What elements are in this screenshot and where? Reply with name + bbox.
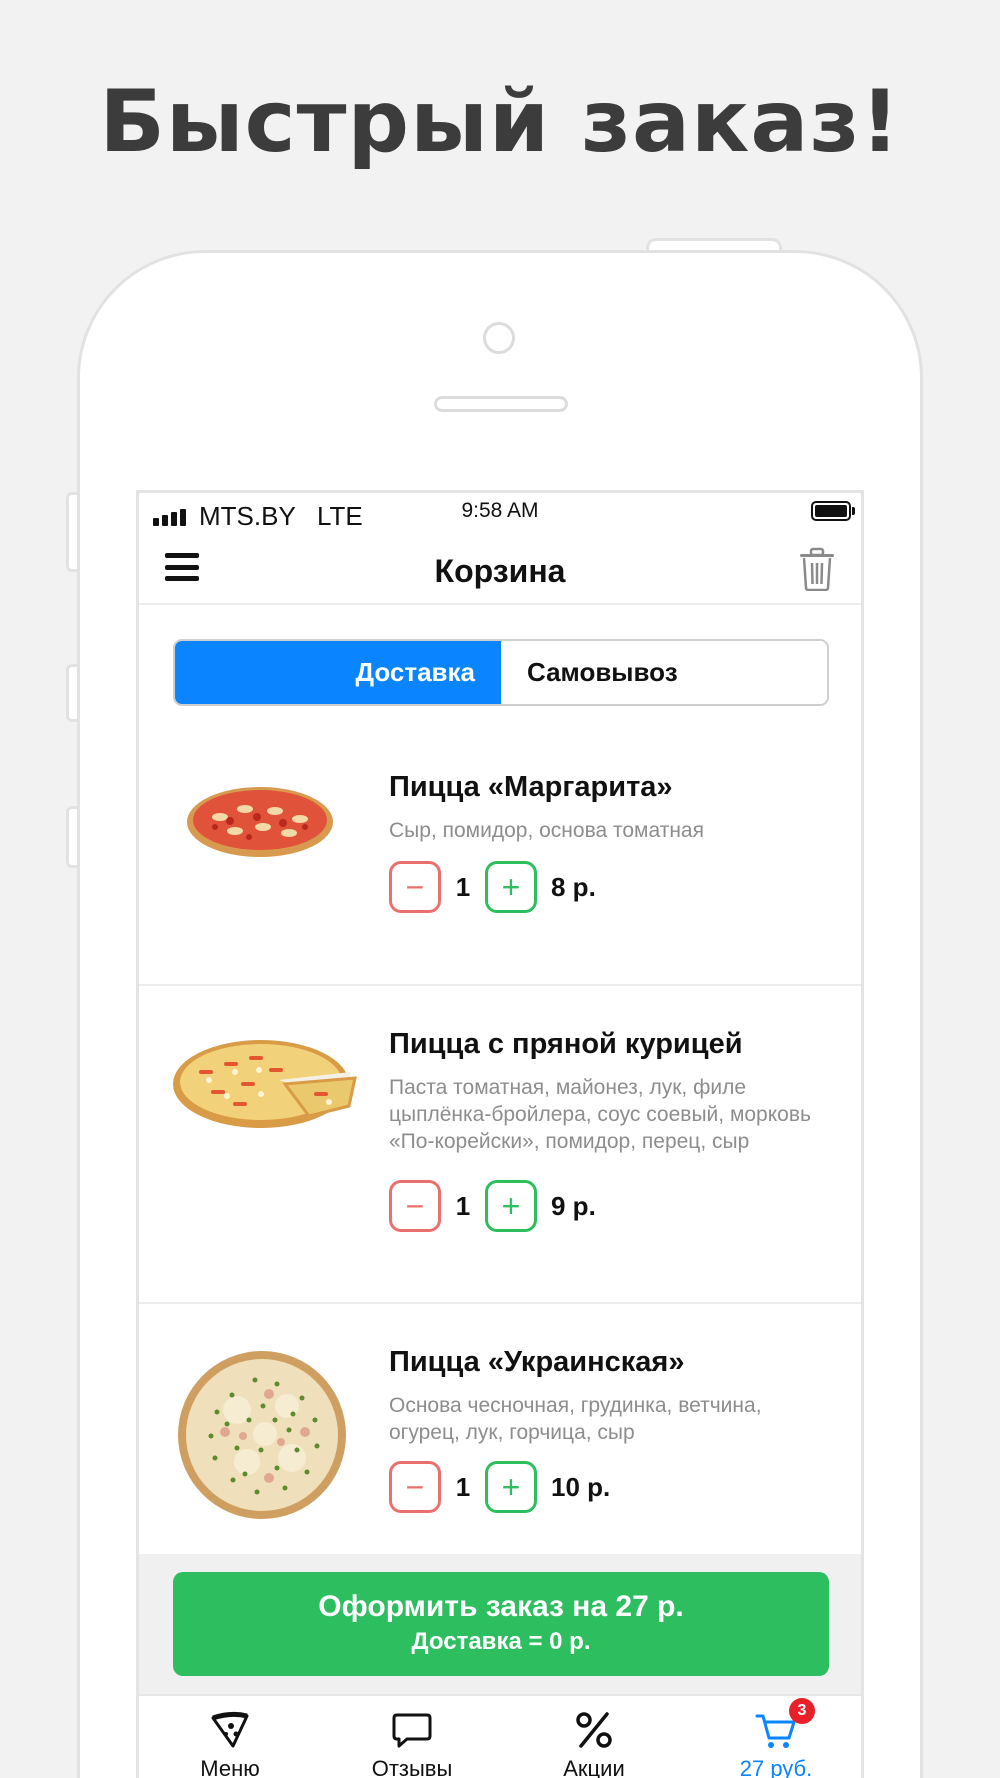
delivery-method-toggle: Доставка Самовывоз bbox=[173, 639, 829, 706]
item-price: 8 р. bbox=[551, 871, 596, 902]
checkout-total-label: Оформить заказ на 27 р. bbox=[318, 1590, 684, 1623]
pickup-option[interactable]: Самовывоз bbox=[501, 641, 827, 704]
promo-headline: Быстрый заказ! bbox=[99, 72, 901, 172]
decrease-quantity-button[interactable]: − bbox=[389, 1461, 441, 1513]
pizza-slice-icon bbox=[211, 1711, 249, 1748]
pizza-ukrainian-image bbox=[178, 1351, 346, 1519]
app-screen: MTS.BY LTE 9:58 AM Корзина Доставка Само… bbox=[136, 490, 864, 1778]
tab-promotions[interactable]: Акции bbox=[503, 1696, 685, 1778]
quantity-stepper: − 1 + 9 р. bbox=[389, 1180, 596, 1232]
status-bar: MTS.BY LTE 9:58 AM bbox=[139, 493, 861, 535]
item-name: Пицца «Украинская» bbox=[389, 1346, 685, 1378]
tab-bar: Меню Отзывы Акции 3 27 руб. bbox=[139, 1694, 861, 1778]
item-description: Основа чесночная, грудинка, ветчина, огу… bbox=[389, 1394, 762, 1444]
quantity-stepper: − 1 + 10 р. bbox=[389, 1461, 610, 1513]
delivery-option[interactable]: Доставка bbox=[175, 641, 501, 704]
increase-quantity-button[interactable]: + bbox=[485, 1180, 537, 1232]
increase-quantity-button[interactable]: + bbox=[485, 861, 537, 913]
item-name: Пицца «Маргарита» bbox=[389, 771, 673, 803]
item-name: Пицца с пряной курицей bbox=[389, 1028, 743, 1060]
tab-label: Меню bbox=[200, 1756, 260, 1778]
item-description: Сыр, помидор, основа томатная bbox=[389, 819, 704, 842]
checkout-button[interactable]: Оформить заказ на 27 р. Доставка = 0 р. bbox=[173, 1572, 829, 1676]
item-description: Паста томатная, майонез, лук, филе цыплё… bbox=[389, 1076, 811, 1153]
increase-quantity-button[interactable]: + bbox=[485, 1461, 537, 1513]
tab-menu[interactable]: Меню bbox=[139, 1696, 321, 1778]
status-time: 9:58 AM bbox=[461, 499, 539, 522]
tab-label: 27 руб. bbox=[739, 1756, 813, 1778]
cart-item: Пицца «Украинская» Основа чесночная, гру… bbox=[139, 1306, 861, 1554]
phone-camera bbox=[483, 322, 515, 354]
pizza-margherita-image bbox=[187, 787, 333, 857]
decrease-quantity-button[interactable]: − bbox=[389, 1180, 441, 1232]
percent-icon bbox=[576, 1712, 612, 1748]
trash-icon[interactable] bbox=[797, 547, 837, 591]
page-title: Корзина bbox=[434, 553, 566, 589]
chat-bubble-icon bbox=[392, 1713, 432, 1748]
item-price: 10 р. bbox=[551, 1471, 611, 1502]
tab-cart[interactable]: 3 27 руб. bbox=[685, 1696, 861, 1778]
quantity-value: 1 bbox=[455, 871, 471, 902]
order-area: Оформить заказ на 27 р. Доставка = 0 р. bbox=[139, 1554, 861, 1694]
cart-count-badge: 3 bbox=[789, 1698, 815, 1724]
decrease-quantity-button[interactable]: − bbox=[389, 861, 441, 913]
quantity-stepper: − 1 + 8 р. bbox=[389, 861, 596, 913]
cart-item: Пицца «Маргарита» Сыр, помидор, основа т… bbox=[139, 731, 861, 986]
delivery-cost-label: Доставка = 0 р. bbox=[411, 1628, 591, 1655]
pizza-spicy-chicken-image bbox=[173, 1040, 357, 1128]
item-price: 9 р. bbox=[551, 1190, 596, 1221]
cart-item: Пицца с пряной курицей Паста томатная, м… bbox=[139, 988, 861, 1304]
quantity-value: 1 bbox=[455, 1190, 471, 1221]
nav-bar: Корзина bbox=[139, 535, 861, 605]
battery-icon bbox=[811, 501, 851, 521]
tab-label: Акции bbox=[563, 1756, 625, 1778]
phone-speaker bbox=[434, 396, 568, 412]
quantity-value: 1 bbox=[455, 1471, 471, 1502]
tab-label: Отзывы bbox=[371, 1756, 453, 1778]
tab-reviews[interactable]: Отзывы bbox=[321, 1696, 503, 1778]
